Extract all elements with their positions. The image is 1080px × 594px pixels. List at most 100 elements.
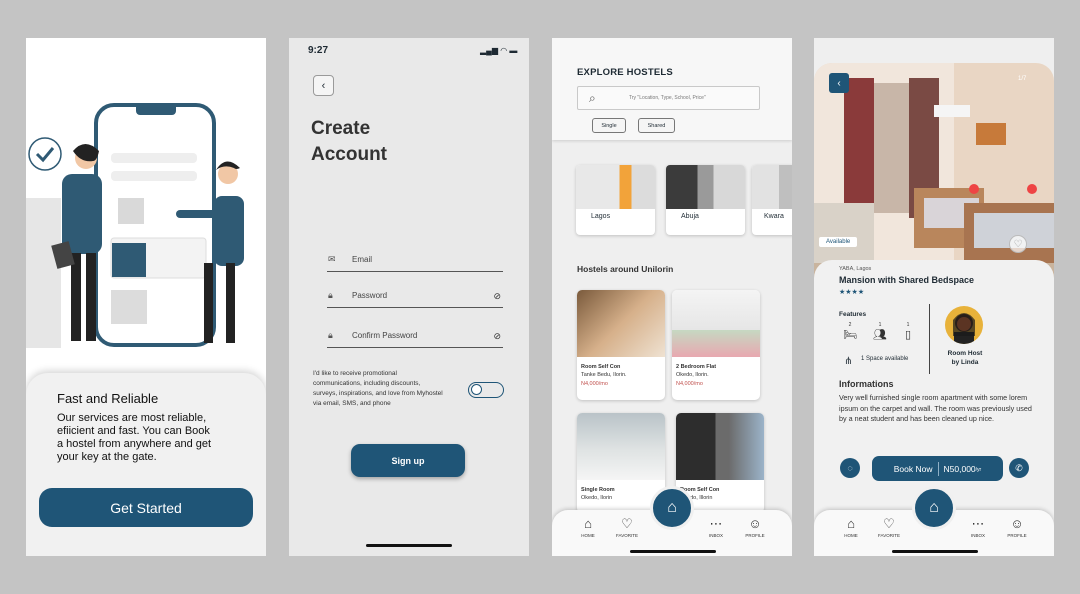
space-available: 1 Space available — [861, 356, 909, 362]
host-line-1: Room Host — [947, 350, 983, 357]
phone-icon: ✆ — [1015, 462, 1023, 473]
nav-inbox[interactable]: ⋯ INBOX — [965, 516, 991, 538]
mail-icon: ✉ — [328, 254, 336, 264]
confirm-password-field[interactable]: 🔒︎ Confirm Password ⊘ — [327, 328, 503, 348]
info-text: Very well furnished single room apartmen… — [839, 393, 1032, 423]
home-fab-button[interactable]: ⌂ — [912, 486, 956, 530]
title-line-1: Create — [311, 118, 371, 139]
hostel-location: Tanke Bedu, Ilorin. — [581, 372, 627, 378]
hostel-location: Okedo, Ilorin. — [676, 372, 709, 378]
heart-icon: ♡ — [1013, 238, 1023, 250]
feature-count: 2 — [848, 322, 852, 328]
bed-feature: 2 🛏︎ — [841, 322, 859, 341]
create-account-screen: 9:27 ▂▄▆ ◠ ▬ ‹ Create Account ✉ Email 🔒︎… — [289, 38, 529, 556]
host-avatar-art — [945, 306, 983, 344]
explore-title: EXPLORE HOSTELS — [577, 67, 673, 78]
door-icon: ▯ — [904, 329, 912, 341]
nav-inbox[interactable]: ⋯ INBOX — [703, 516, 729, 538]
house-logo-icon: ⌂ — [667, 499, 677, 516]
hostel-text: 2 Bedroom Flat Okedo, Ilorin. — [676, 363, 716, 379]
signup-button[interactable]: Sign up — [351, 444, 465, 477]
home-fab-button[interactable]: ⌂ — [650, 486, 694, 530]
chat-button[interactable]: ◌ — [840, 458, 860, 478]
nav-label: PROFILE — [1007, 533, 1027, 538]
available-badge: Available — [819, 237, 858, 247]
book-price: N50,000 — [943, 463, 976, 474]
nav-profile[interactable]: ☺ PROFILE — [742, 516, 768, 538]
back-button[interactable]: ‹ — [313, 75, 334, 96]
status-icons: ▂▄▆ ◠ ▬ — [480, 46, 518, 55]
eye-off-icon[interactable]: ⊘ — [493, 331, 501, 342]
hostel-price: N4,000/mo — [581, 381, 608, 387]
onboarding-illustration — [26, 103, 244, 348]
favorite-button[interactable]: ♡ — [1009, 235, 1027, 253]
hostel-text: Single Room Okedo, Ilorin — [581, 486, 615, 502]
divider — [929, 304, 930, 374]
eye-off-icon[interactable]: ⊘ — [493, 291, 501, 302]
hostel-image — [676, 413, 764, 480]
city-card-abuja[interactable]: Abuja — [666, 165, 745, 235]
lock-icon: 🔒︎ — [328, 290, 333, 300]
hostel-card[interactable]: Room Self Con Tanke Bedu, Ilorin. N4,000/… — [577, 290, 665, 400]
password-field[interactable]: 🔒︎ Password ⊘ — [327, 288, 503, 308]
door-feature: 1 ▯ — [899, 322, 917, 341]
get-started-button[interactable]: Get Started — [39, 488, 253, 527]
nav-label: FAVORITE — [616, 533, 638, 538]
city-card-kwara[interactable]: Kwara — [752, 165, 792, 235]
chip-shared[interactable]: Shared — [638, 118, 675, 133]
city-label: Abuja — [681, 213, 699, 220]
call-button[interactable]: ✆ — [1009, 458, 1029, 478]
hostel-location: Okedo, Ilorin — [581, 495, 613, 501]
nav-home[interactable]: ⌂ HOME — [575, 516, 601, 538]
host-avatar[interactable] — [945, 306, 983, 344]
password-label: Password — [352, 291, 388, 300]
host-label: Room Host by Linda — [940, 349, 990, 367]
book-now-button[interactable]: Book Now N50,000/yr — [872, 456, 1003, 481]
onboarding-title: Fast and Reliable — [57, 391, 159, 406]
feature-count: 1 — [906, 322, 910, 328]
nav-home[interactable]: ⌂ HOME — [838, 516, 864, 538]
feature-count: 1 — [878, 322, 882, 328]
hostel-detail-screen: ‹ 1/7 Available ♡ YABA, Lagos Mansion wi… — [814, 38, 1054, 556]
consent-toggle[interactable] — [468, 382, 504, 398]
nav-profile[interactable]: ☺ PROFILE — [1004, 516, 1030, 538]
chat-icon: ◌ — [847, 463, 853, 473]
chat-icon: ⋯ — [971, 516, 985, 531]
book-label: Book Now — [893, 463, 933, 474]
toggle-knob — [471, 384, 482, 395]
chip-single[interactable]: Single — [592, 118, 626, 133]
nav-label: HOME — [581, 533, 595, 538]
onboarding-screen: Fast and Reliable Our services are most … — [26, 38, 266, 556]
people-icon: 👥︎ — [873, 329, 887, 341]
hostel-image — [577, 413, 665, 480]
lock-icon: 🔒︎ — [328, 330, 333, 340]
chevron-left-icon: ‹ — [321, 79, 326, 92]
house-logo-icon: ⌂ — [929, 499, 939, 516]
city-image — [666, 165, 745, 209]
nav-favorite[interactable]: ♡ FAVORITE — [614, 516, 640, 538]
nav-label: INBOX — [708, 533, 723, 538]
price-unit: /yr — [975, 467, 982, 473]
nav-label: PROFILE — [745, 533, 765, 538]
nav-label: INBOX — [970, 533, 985, 538]
email-field[interactable]: ✉ Email — [327, 252, 503, 272]
hostel-price: N4,000/mo — [676, 381, 703, 387]
host-line-2: by Linda — [951, 359, 979, 366]
chevron-left-icon: ‹ — [837, 77, 841, 89]
divider — [937, 461, 939, 476]
hostel-location: YABA, Lagos — [839, 266, 872, 272]
onboarding-body: Our services are most reliable, efiicien… — [57, 412, 212, 463]
email-label: Email — [352, 255, 373, 264]
nav-favorite[interactable]: ♡ FAVORITE — [876, 516, 902, 538]
page-title: Create Account — [311, 116, 387, 168]
user-icon: ☺ — [1010, 516, 1024, 531]
back-button[interactable]: ‹ — [829, 73, 849, 93]
city-label: Lagos — [591, 213, 611, 220]
city-card-lagos[interactable]: Lagos — [576, 165, 655, 235]
chat-icon: ⋯ — [709, 516, 723, 531]
hostel-card[interactable]: 2 Bedroom Flat Okedo, Ilorin. N4,000/mo — [672, 290, 760, 400]
hostel-name: Single Room — [581, 487, 615, 493]
bed-icon: 🛏︎ — [843, 329, 857, 341]
hostel-name: Mansion with Shared Bedspace — [839, 275, 975, 285]
search-input[interactable]: ⌕ Try "Location, Type, School, Price" — [577, 86, 760, 110]
